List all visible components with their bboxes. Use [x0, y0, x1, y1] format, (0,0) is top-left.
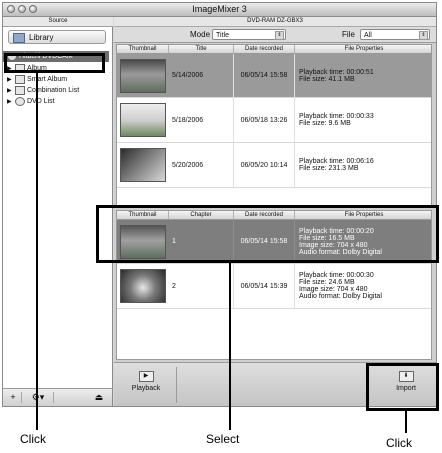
property-line: Playback time: 00:06:16: [299, 158, 374, 165]
mode-select-value: Title: [216, 32, 229, 39]
library-label: Library: [29, 33, 54, 42]
smart-album-icon: [15, 74, 25, 84]
file-properties-cell: Playback time: 00:06:16 File size: 231.3…: [295, 143, 431, 187]
combination-icon: [15, 85, 25, 95]
mode-select[interactable]: Title ⇕: [212, 29, 286, 40]
column-header[interactable]: Title: [169, 45, 234, 53]
property-line: Playback time: 00:00:33: [299, 113, 374, 120]
sidebar-bottom-bar: + ⚙▾ ⏏: [3, 388, 113, 406]
video-thumbnail: [120, 148, 166, 182]
sidebar-item-combination-list[interactable]: ▶ Combination List: [7, 85, 79, 96]
file-label: File: [342, 30, 355, 39]
sidebar-item-label: Combination List: [27, 87, 80, 94]
file-properties-cell: Playback time: 00:00:30 File size: 24.6 …: [295, 264, 431, 308]
title-cell: 5/20/2006: [169, 143, 234, 187]
window-title: ImageMixer 3: [192, 4, 247, 14]
sidebar-item-label: DVD List: [27, 98, 55, 105]
titles-table: Thumbnail Title Date recorded File Prope…: [116, 44, 432, 206]
mode-bar: Mode Title ⇕ File All ⇕: [114, 27, 436, 43]
property-line: Image size: 704 x 480: [299, 286, 368, 293]
callout-box-selection: [96, 205, 439, 263]
table-row[interactable]: 5/20/2006 06/05/20 10:14 Playback time: …: [117, 143, 431, 188]
disclosure-triangle-icon[interactable]: ▶: [7, 97, 15, 108]
playback-label: Playback: [131, 385, 161, 392]
annotation-click-right: Click: [386, 436, 412, 450]
column-header[interactable]: Date recorded: [234, 45, 295, 53]
dvd-icon: [15, 96, 25, 106]
callout-leader: [36, 73, 38, 430]
date-cell: 06/05/18 13:26: [234, 98, 295, 142]
library-icon: [13, 33, 25, 43]
column-header[interactable]: Thumbnail: [117, 45, 169, 53]
video-thumbnail: [120, 103, 166, 137]
date-cell: 06/05/14 15:58: [234, 54, 295, 97]
playback-button[interactable]: ▶ Playback: [120, 369, 172, 401]
table-row[interactable]: 5/18/2006 06/05/18 13:26 Playback time: …: [117, 98, 431, 143]
property-line: File size: 231.3 MB: [299, 165, 359, 172]
play-icon: ▶: [138, 371, 154, 382]
eject-button[interactable]: ⏏: [91, 392, 107, 403]
property-line: Audio format: Dolby Digital: [299, 293, 382, 300]
titles-table-header: Thumbnail Title Date recorded File Prope…: [117, 45, 431, 54]
date-cell: 06/05/14 15:39: [234, 264, 295, 308]
select-arrows-icon: ⇕: [275, 31, 284, 40]
property-line: File size: 9.6 MB: [299, 120, 351, 127]
file-select[interactable]: All ⇕: [360, 29, 430, 40]
file-properties-cell: Playback time: 00:00:51 File size: 41.1 …: [295, 54, 431, 97]
drive-label: DVD-RAM DZ-GBX3: [114, 17, 436, 27]
toolbar-divider: [176, 367, 177, 403]
property-line: Playback time: 00:00:30: [299, 272, 374, 279]
select-arrows-icon: ⇕: [419, 31, 428, 40]
date-cell: 06/05/20 10:14: [234, 143, 295, 187]
title-bar: ImageMixer 3: [3, 3, 436, 17]
table-row[interactable]: 2 06/05/14 15:39 Playback time: 00:00:30…: [117, 264, 431, 309]
annotation-select: Select: [206, 432, 240, 446]
mode-label: Mode: [190, 30, 211, 39]
video-thumbnail: [120, 269, 166, 303]
file-properties-cell: Playback time: 00:00:33 File size: 9.6 M…: [295, 98, 431, 142]
callout-leader: [405, 411, 407, 433]
file-select-value: All: [364, 32, 372, 39]
table-row[interactable]: 5/14/2006 06/05/14 15:58 Playback time: …: [117, 54, 431, 98]
library-button[interactable]: Library: [8, 30, 106, 44]
property-line: File size: 41.1 MB: [299, 75, 355, 83]
sidebar-item-label: Smart Album: [27, 76, 68, 83]
callout-box-import: [366, 363, 439, 411]
callout-box-source: [4, 53, 105, 73]
column-header[interactable]: File Properties: [295, 45, 431, 53]
property-line: File size: 24.6 MB: [299, 279, 355, 286]
property-line: Playback time: 00:00:51: [299, 68, 374, 76]
source-action-menu-button[interactable]: ⚙▾: [23, 392, 54, 403]
title-cell: 5/18/2006: [169, 98, 234, 142]
source-header: Source: [3, 17, 113, 27]
title-cell: 5/14/2006: [169, 54, 234, 97]
annotation-click-left: Click: [20, 432, 46, 446]
video-thumbnail: [120, 59, 166, 93]
add-source-button[interactable]: +: [5, 392, 22, 403]
chapter-cell: 2: [169, 264, 234, 308]
callout-leader: [229, 263, 231, 430]
sidebar-item-dvd-list[interactable]: ▶ DVD List: [7, 96, 55, 107]
